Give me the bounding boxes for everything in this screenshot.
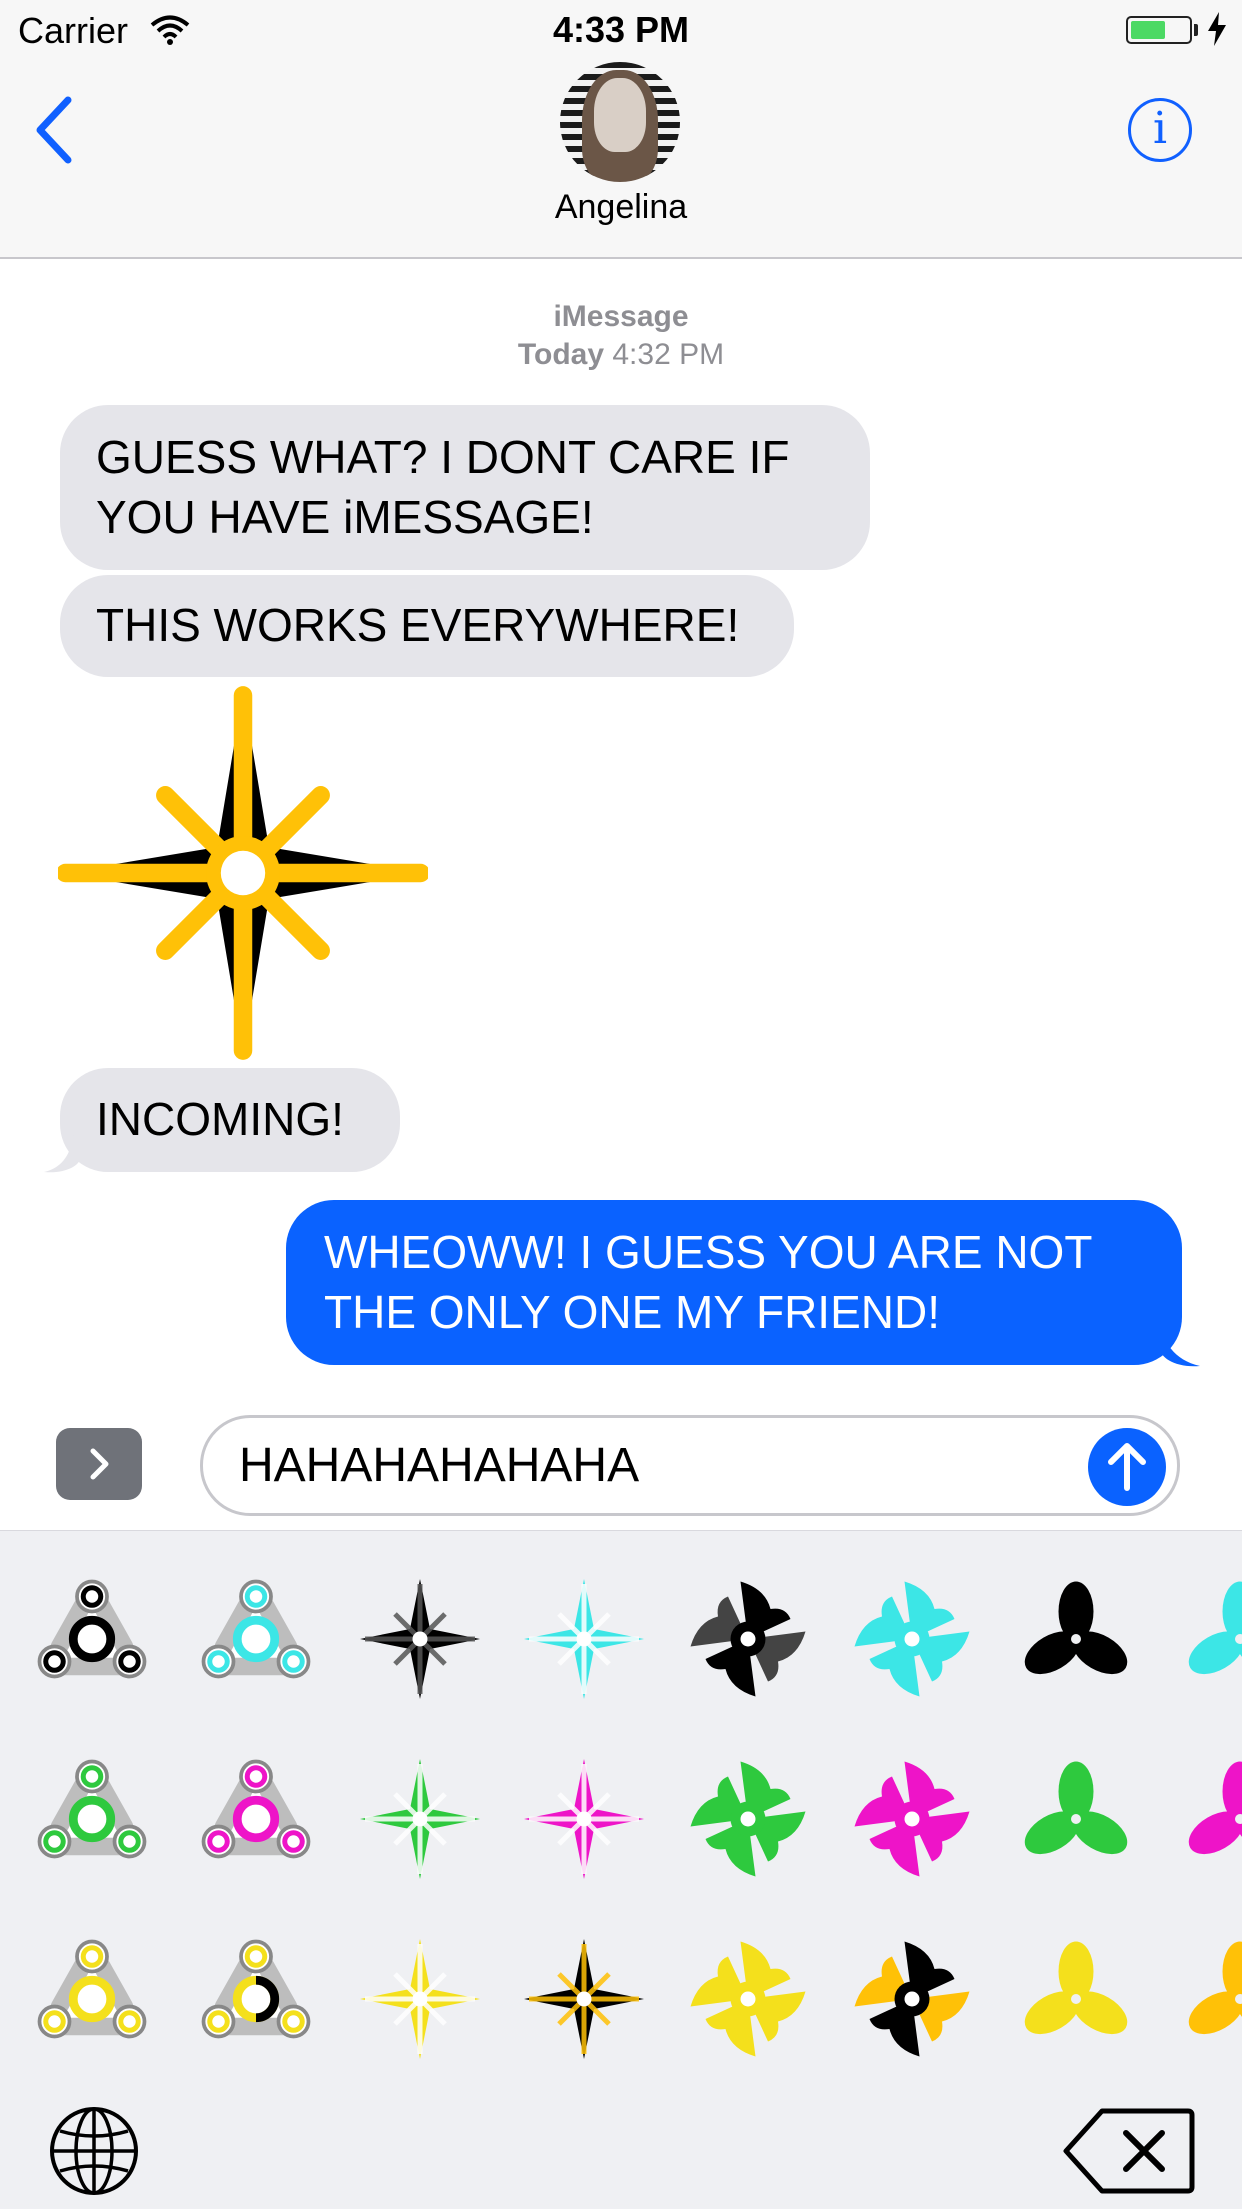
conversation-header: Angelina i [0,60,1242,259]
yellow-pinwheel-sticker[interactable] [673,1924,823,2074]
message-input[interactable]: HAHAHAHAHAHA [200,1415,1180,1516]
black-star-icon [345,1564,495,1714]
message-input-text: HAHAHAHAHAHA [239,1438,639,1493]
yellow-pinwheel-icon [673,1924,823,2074]
magenta-spinner-sticker[interactable] [181,1744,331,1894]
charging-bolt-icon [1206,12,1228,46]
black-pinwheel-sticker[interactable] [673,1564,823,1714]
yellow-star-icon [345,1924,495,2074]
green-spinner-sticker[interactable] [17,1744,167,1894]
timestamp-day: Today [518,338,604,371]
outgoing-bubble-tail [1160,1318,1200,1368]
black-gold-star-sticker[interactable] [509,1924,659,2074]
black-pinwheel-icon [673,1564,823,1714]
sticker-grid [0,1531,1242,2091]
timestamp: Today 4:32 PM [0,338,1242,372]
incoming-message-bubble[interactable]: INCOMING! [60,1068,400,1172]
message-line: THE ONLY ONE MY FRIEND! [324,1282,1182,1342]
battery-icon [1126,16,1192,44]
black-gold-star-icon [509,1924,659,2074]
send-button[interactable] [1088,1428,1166,1506]
message-line: YOU HAVE iMESSAGE! [96,487,870,547]
message-line: WHEOWW! I GUESS YOU ARE NOT [324,1222,1182,1282]
cyan-pinwheel-icon [837,1564,987,1714]
delete-icon[interactable] [1062,2103,1198,2199]
magenta-star-sticker[interactable] [509,1744,659,1894]
cyan-spinner-sticker[interactable] [181,1564,331,1714]
timestamp-time: 4:32 PM [612,338,724,371]
green-star-sticker[interactable] [345,1744,495,1894]
green-star-icon [345,1744,495,1894]
cyan-trefoil-icon [1165,1564,1242,1714]
cyan-trefoil-sticker[interactable] [1165,1564,1242,1714]
contact-name[interactable]: Angelina [0,188,1242,227]
yellow-trefoil-sticker[interactable] [1001,1924,1151,2074]
magenta-pinwheel-sticker[interactable] [837,1744,987,1894]
black-trefoil-icon [1001,1564,1151,1714]
back-chevron-icon[interactable] [30,94,78,166]
message-line: GUESS WHAT? I DONT CARE IF [96,427,870,487]
yellow-spinner-sticker[interactable] [17,1924,167,2074]
info-icon[interactable]: i [1128,98,1192,162]
incoming-message-bubble[interactable]: THIS WORKS EVERYWHERE! [60,575,794,677]
black-spinner-icon [17,1564,167,1714]
arrow-up-icon [1088,1428,1166,1506]
cyan-star-icon [509,1564,659,1714]
yellow-star-sticker[interactable] [345,1924,495,2074]
yellow-black-spinner-sticker[interactable] [181,1924,331,2074]
yellow-spinner-icon [17,1924,167,2074]
sticker-keyboard [0,1530,1242,2209]
green-pinwheel-sticker[interactable] [673,1744,823,1894]
black-trefoil-sticker[interactable] [1001,1564,1151,1714]
battery-nub [1194,24,1198,36]
battery-level [1131,21,1165,39]
clock: 4:33 PM [0,9,1242,51]
green-trefoil-icon [1001,1744,1151,1894]
black-gold-pinwheel-icon [837,1924,987,2074]
magenta-trefoil-icon [1165,1744,1242,1894]
chevron-right-icon [81,1446,117,1482]
green-spinner-icon [17,1744,167,1894]
service-label: iMessage [0,300,1242,334]
magenta-trefoil-sticker[interactable] [1165,1744,1242,1894]
contact-avatar[interactable] [560,62,680,182]
magenta-spinner-icon [181,1744,331,1894]
incoming-bubble-tail [44,1130,80,1174]
cyan-star-sticker[interactable] [509,1564,659,1714]
black-star-sticker[interactable] [345,1564,495,1714]
black-gold-pinwheel-sticker[interactable] [837,1924,987,2074]
globe-icon[interactable] [46,2103,142,2199]
message-line: INCOMING! [96,1089,400,1149]
outgoing-message-bubble[interactable]: WHEOWW! I GUESS YOU ARE NOT THE ONLY ONE… [286,1200,1182,1365]
avatar-face [594,78,646,152]
incoming-message-bubble[interactable]: GUESS WHAT? I DONT CARE IF YOU HAVE iMES… [60,405,870,570]
cyan-spinner-icon [181,1564,331,1714]
message-line: THIS WORKS EVERYWHERE! [96,595,794,655]
magenta-star-icon [509,1744,659,1894]
green-pinwheel-icon [673,1744,823,1894]
gold-trefoil-sticker[interactable] [1165,1924,1242,2074]
ninja-star-sticker[interactable] [58,682,428,1064]
magenta-pinwheel-icon [837,1744,987,1894]
app-drawer-button[interactable] [56,1428,142,1500]
green-trefoil-sticker[interactable] [1001,1744,1151,1894]
gold-trefoil-icon [1165,1924,1242,2074]
yellow-trefoil-icon [1001,1924,1151,2074]
black-spinner-sticker[interactable] [17,1564,167,1714]
status-bar: Carrier 4:33 PM [0,0,1242,60]
yellow-black-spinner-icon [181,1924,331,2074]
cyan-pinwheel-sticker[interactable] [837,1564,987,1714]
